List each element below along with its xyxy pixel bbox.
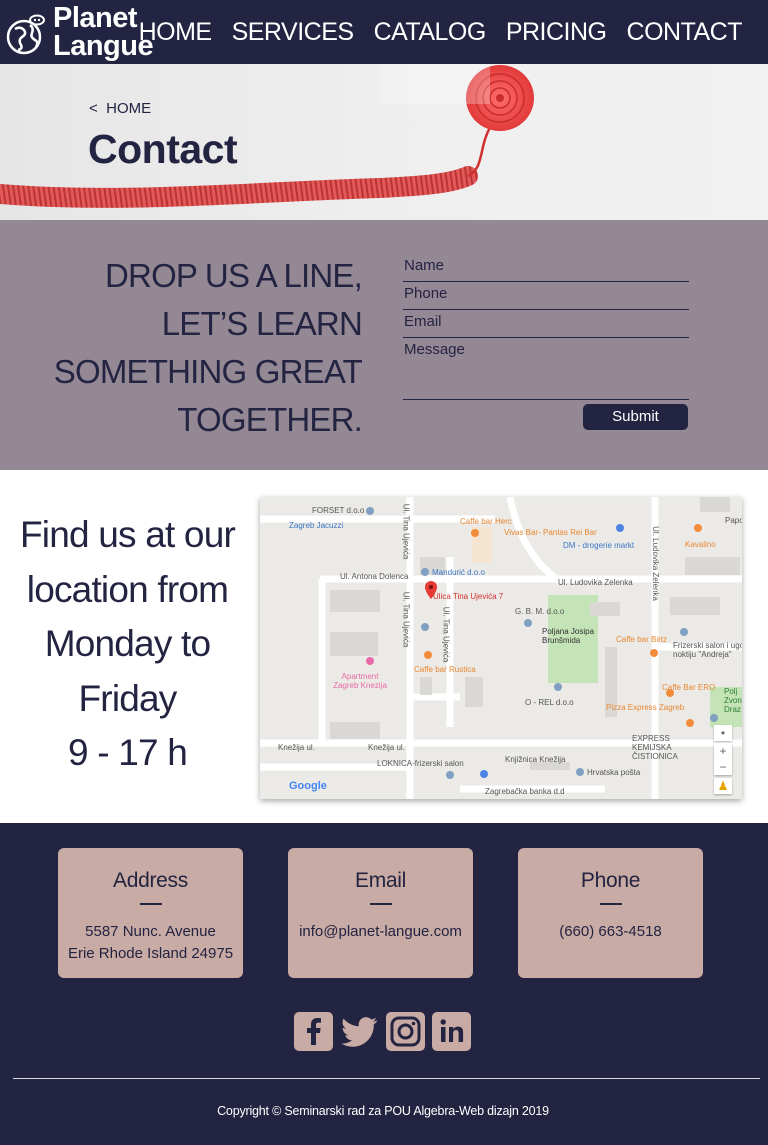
- map-label-forset: FORSET d.o.o: [312, 506, 365, 515]
- pegman-icon[interactable]: ♟: [714, 778, 732, 794]
- nav-services[interactable]: SERVICES: [232, 14, 354, 50]
- contact-heading-line4: TOGETHER.: [177, 401, 363, 438]
- phone-number[interactable]: (660) 663-4518: [518, 921, 703, 943]
- map-locate-button[interactable]: •: [714, 725, 732, 741]
- email-field[interactable]: Email: [403, 310, 689, 338]
- map-label-frizerski-salon: Frizerski salon i ugo noktiju "Andreja": [673, 641, 742, 659]
- address-line1: 5587 Nunc. Avenue: [85, 922, 216, 940]
- map-label-caffe-ero: Caffe Bar ERO: [662, 683, 716, 692]
- map-label-caffe-herc: Caffe bar Herc: [460, 517, 512, 526]
- contact-heading-line2: LET’S LEARN: [161, 305, 363, 342]
- hours-line1: Find us at our: [19, 514, 236, 555]
- map-zoom-in-button[interactable]: +: [714, 743, 732, 759]
- globe-logo-icon: [6, 14, 45, 55]
- card-divider: [599, 903, 622, 905]
- hero-banner: < HOME Contact: [0, 64, 768, 220]
- nav-catalog[interactable]: CATALOG: [374, 14, 487, 50]
- address-card-title: Address: [113, 869, 188, 892]
- twitter-icon[interactable]: [340, 1012, 379, 1051]
- message-placeholder: Message: [404, 341, 465, 358]
- map-label-antona-dolenca: Ul. Antona Dolenca: [340, 572, 409, 581]
- copyright-text: Copyright © Seminarski rad za POU Algebr…: [217, 1104, 549, 1118]
- nav-pricing[interactable]: PRICING: [506, 14, 607, 50]
- map-label-poljana: Poljana Josipa Brunšmida: [542, 627, 595, 645]
- hours-line2: location from: [26, 568, 229, 610]
- footer: Address 5587 Nunc. Avenue Erie Rhode Isl…: [0, 823, 768, 1145]
- hours-line5: 9 - 17 h: [67, 732, 188, 773]
- map-label-knezija-2: Knežija ul.: [368, 743, 405, 752]
- message-field[interactable]: Message: [403, 338, 689, 400]
- map-label-polj-zvon-draz: Polj Zvon Draz: [724, 687, 742, 714]
- map-label-kavalino: Kavalino: [685, 540, 716, 549]
- breadcrumb[interactable]: < HOME: [89, 100, 151, 117]
- map-label-ludovika-zelenka-vertical: Ul. Ludovika Zelenka: [650, 526, 660, 601]
- map-label-apartment-knezija: Apartment Zagreb Knezija: [333, 672, 387, 690]
- main-menu: HOME SERVICES CATALOG PRICING CONTACT: [139, 14, 743, 50]
- footer-divider: [13, 1078, 760, 1079]
- map-label-knezija-1: Knežija ul.: [278, 743, 315, 752]
- name-field[interactable]: Name: [403, 254, 689, 282]
- map-label-tina-ujevica-vertical-1: Ul. Tina Ujevića: [401, 503, 411, 560]
- map-label-tina-ujevica-vertical-3: Ul. Tina Ujevića: [441, 606, 451, 663]
- map-label-manduric: Mandurić d.o.o: [432, 568, 485, 577]
- map-label-zagreb-jacuzzi: Zagreb Jacuzzi: [289, 521, 344, 530]
- map-label-ludovika-zelenka: Ul. Ludovika Zelenka: [558, 578, 633, 587]
- map-label-caffe-birtz: Caffe bar Birtz: [616, 635, 667, 644]
- email-card: Email info@planet-langue.com: [288, 848, 473, 978]
- contact-heading-line1: DROP US A LINE,: [105, 257, 363, 294]
- map-label-orel: O - REL d.o.o: [525, 698, 574, 707]
- map-label-dm: DM - drogerie markt: [563, 541, 635, 550]
- map-label-loknica: LOKNICA-frizerski salon: [377, 759, 464, 768]
- map-label-kemijska-cistionica: EXPRESS KEMIJSKA ČISTIONICA: [632, 734, 678, 761]
- nav-home[interactable]: HOME: [139, 14, 213, 50]
- map-label-pizza-express: Pizza Express Zagreb: [606, 703, 685, 712]
- facebook-icon[interactable]: [294, 1012, 333, 1051]
- google-map[interactable]: FORSET d.o.o Zagreb Jacuzzi Caffe bar He…: [260, 497, 742, 799]
- map-zoom-out-button[interactable]: −: [714, 759, 732, 775]
- linkedin-icon[interactable]: [432, 1012, 471, 1051]
- phone-field[interactable]: Phone: [403, 282, 689, 310]
- email-address[interactable]: info@planet-langue.com: [288, 921, 473, 943]
- map-label-gbm: G. B. M. d.o.o: [515, 607, 565, 616]
- name-placeholder: Name: [404, 257, 445, 274]
- contact-form-section: DROP US A LINE, LET’S LEARN SOMETHING GR…: [0, 220, 768, 470]
- hours-line4: Friday: [78, 677, 178, 719]
- map-label-papo: Papo: [725, 516, 742, 525]
- hours-line3: Monday to: [44, 623, 211, 664]
- back-arrow-icon: <: [89, 100, 98, 117]
- email-placeholder: Email: [404, 313, 442, 330]
- map-label-tina-ujevica-vertical-2: Ul. Tina Ujevića: [401, 591, 411, 648]
- google-logo: Google: [289, 780, 327, 792]
- instagram-icon[interactable]: [386, 1012, 425, 1051]
- email-card-title: Email: [354, 869, 406, 892]
- breadcrumb-home[interactable]: HOME: [106, 100, 151, 117]
- map-label-hrvatska-posta: Hrvatska pošta: [587, 768, 641, 777]
- contact-heading: DROP US A LINE, LET’S LEARN SOMETHING GR…: [42, 252, 363, 444]
- map-label-caffe-rustica: Caffe bar Rustica: [414, 665, 476, 674]
- nav-contact[interactable]: CONTACT: [627, 14, 743, 50]
- map-label-knjiznica: Knjižnica Knežija: [505, 755, 566, 764]
- top-navbar: Planet Langue HOME SERVICES CATALOG PRIC…: [0, 0, 768, 64]
- contact-form: Name Phone Email Message Submit: [403, 254, 689, 430]
- card-divider: [369, 903, 392, 905]
- map-label-zagrebacka-banka: Zagrebačka banka d.d: [485, 787, 565, 796]
- phone-placeholder: Phone: [404, 285, 448, 302]
- location-section: Find us at our location from Monday to F…: [0, 470, 768, 823]
- map-label-vivas: Vivas Bar- Pantas Rei Bar: [504, 528, 597, 537]
- phone-card-title: Phone: [580, 869, 641, 892]
- submit-button[interactable]: Submit: [583, 404, 688, 430]
- opening-hours-text: Find us at our location from Monday to F…: [0, 508, 255, 781]
- page-title: Contact: [88, 126, 238, 172]
- contact-heading-line3: SOMETHING GREAT: [53, 353, 363, 390]
- address-line2: Erie Rhode Island 24975: [67, 944, 234, 962]
- map-label-tina-ujevica-7: Ulica Tina Ujevića 7: [433, 592, 504, 601]
- address-card: Address 5587 Nunc. Avenue Erie Rhode Isl…: [58, 848, 243, 978]
- social-links: [294, 1012, 471, 1051]
- card-divider: [139, 903, 162, 905]
- phone-card: Phone (660) 663-4518: [518, 848, 703, 978]
